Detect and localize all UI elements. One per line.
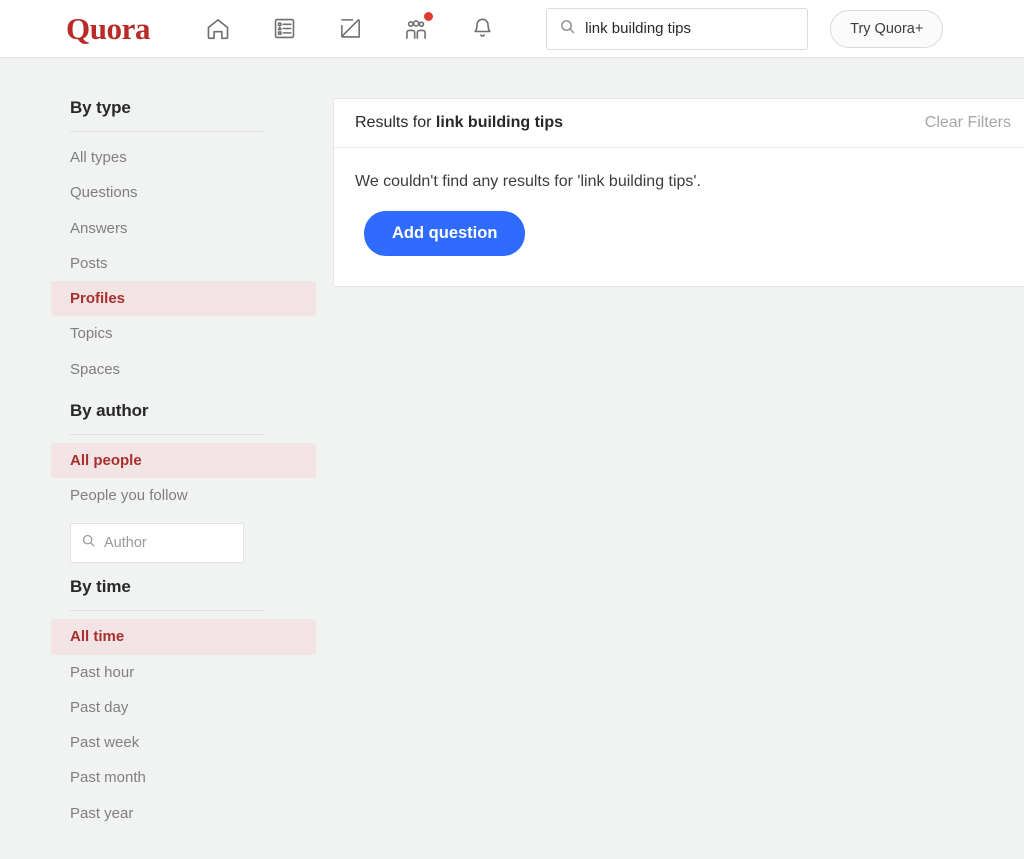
answers-list-icon[interactable]: [264, 10, 304, 48]
top-header: Quora link building tips Try Quora+: [0, 0, 1024, 58]
filter-group-by-type: By type All types Questions Answers Post…: [51, 98, 316, 387]
sidebar-item-spaces[interactable]: Spaces: [51, 352, 316, 387]
results-card-body: We couldn't find any results for 'link b…: [334, 148, 1024, 286]
sidebar-item-past-hour[interactable]: Past hour: [51, 655, 316, 690]
sidebar-item-people-you-follow[interactable]: People you follow: [51, 478, 316, 513]
results-title-query: link building tips: [435, 114, 564, 131]
no-results-message: We couldn't find any results for 'link b…: [355, 173, 701, 190]
page-body: By type All types Questions Answers Post…: [0, 58, 1024, 859]
search-icon: [81, 533, 96, 553]
results-title: Results for link building tips: [355, 114, 563, 132]
sidebar-item-past-month[interactable]: Past month: [51, 760, 316, 795]
sidebar-item-posts[interactable]: Posts: [51, 246, 316, 281]
notifications-bell-icon[interactable]: [462, 10, 502, 48]
filters-sidebar: By type All types Questions Answers Post…: [51, 98, 316, 859]
search-icon: [559, 18, 576, 40]
filter-group-title-by-time: By time: [70, 577, 131, 597]
results-title-prefix: Results for: [355, 114, 436, 131]
filter-group-by-author: By author All people People you follow: [51, 401, 316, 564]
try-quora-plus-button[interactable]: Try Quora+: [830, 9, 944, 48]
sidebar-item-answers[interactable]: Answers: [51, 211, 316, 246]
filter-group-by-time: By time All time Past hour Past day Past…: [51, 577, 316, 831]
sidebar-item-past-week[interactable]: Past week: [51, 725, 316, 760]
author-filter-box[interactable]: [70, 523, 244, 564]
sidebar-item-past-year[interactable]: Past year: [51, 796, 316, 831]
header-nav-icons: [198, 10, 502, 48]
spaces-people-icon[interactable]: [396, 10, 436, 48]
filter-group-title-by-type: By type: [70, 98, 131, 117]
results-card-header: Results for link building tips Clear Fil…: [334, 99, 1024, 148]
edit-post-icon[interactable]: [330, 10, 370, 48]
clear-filters-button[interactable]: Clear Filters: [925, 114, 1011, 132]
sidebar-item-questions[interactable]: Questions: [51, 175, 316, 210]
spaces-notification-badge: [423, 10, 435, 22]
filter-group-title-by-author: By author: [70, 400, 149, 420]
sidebar-item-topics[interactable]: Topics: [51, 316, 316, 351]
add-question-button[interactable]: Add question: [364, 210, 526, 256]
sidebar-item-all-time[interactable]: All time: [51, 619, 316, 655]
sidebar-item-all-people[interactable]: All people: [51, 442, 316, 478]
search-input[interactable]: [585, 20, 796, 37]
divider: [70, 433, 265, 435]
divider: [70, 610, 265, 612]
sidebar-item-all-types[interactable]: All types: [51, 140, 316, 175]
search-box[interactable]: [546, 7, 809, 50]
quora-logo[interactable]: Quora: [66, 13, 151, 44]
author-input[interactable]: [104, 535, 233, 552]
divider: [70, 131, 265, 132]
sidebar-item-profiles[interactable]: Profiles: [51, 281, 316, 317]
home-icon[interactable]: [198, 10, 238, 48]
sidebar-item-past-day[interactable]: Past day: [51, 690, 316, 725]
results-card: Results for link building tips Clear Fil…: [333, 98, 1024, 287]
search-results-main: Results for link building tips Clear Fil…: [333, 98, 1024, 859]
